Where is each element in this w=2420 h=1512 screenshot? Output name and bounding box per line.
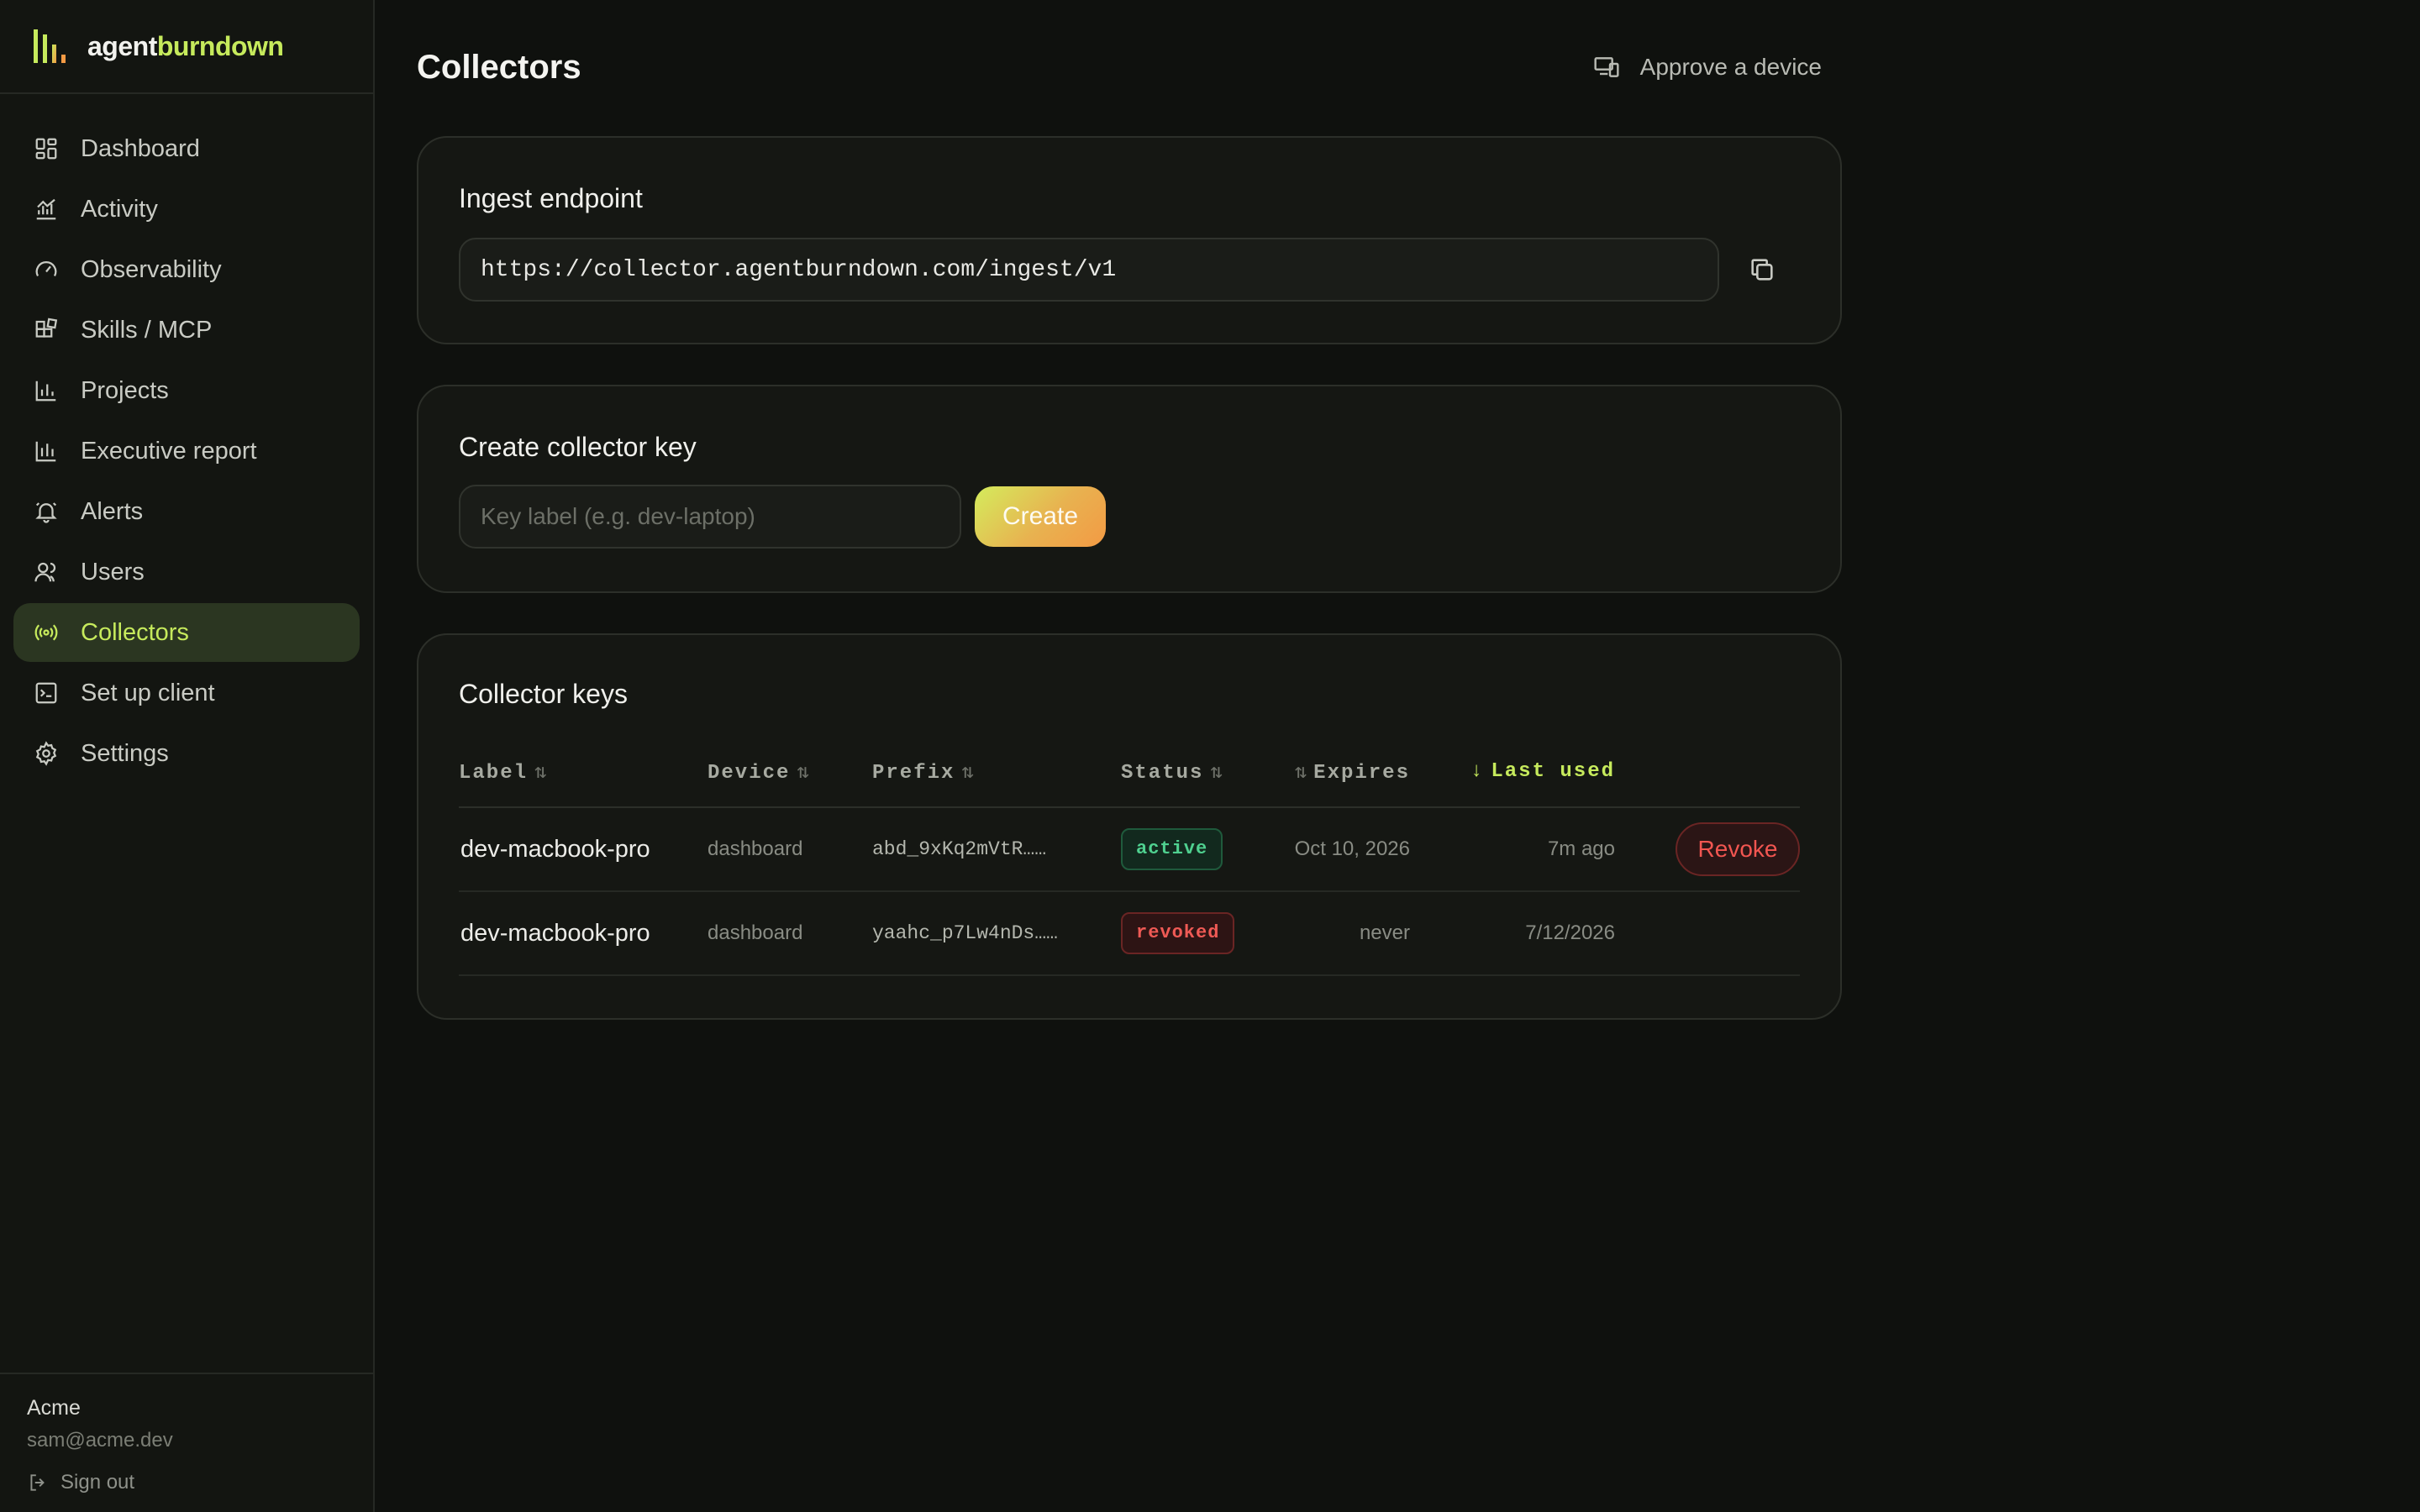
column-header-last-used[interactable]: ↓ Last used	[1410, 737, 1615, 808]
sign-out-label: Sign out	[60, 1471, 135, 1494]
activity-chart-icon	[36, 198, 56, 220]
endpoint-row: https://collector.agentburndown.com/inge…	[459, 238, 1800, 302]
key-device: dashboard	[708, 807, 872, 892]
sidebar-item-projects[interactable]: Projects	[13, 361, 360, 420]
status-badge: revoked	[1121, 912, 1235, 954]
key-device: dashboard	[708, 891, 872, 976]
sign-out-icon	[30, 1474, 45, 1491]
key-last-used: 7/12/2026	[1410, 891, 1615, 976]
copy-endpoint-button[interactable]	[1733, 240, 1791, 299]
revoke-button[interactable]: Revoke	[1676, 822, 1800, 876]
sidebar: agentburndown Dashboard Activity Observa…	[0, 0, 375, 1512]
sidebar-item-collectors[interactable]: Collectors	[13, 603, 360, 662]
bar-chart-icon	[35, 381, 56, 402]
terminal-icon	[35, 682, 57, 704]
sidebar-item-label: Projects	[81, 376, 169, 404]
blocks-icon	[35, 318, 58, 338]
sort-icon: ⇅	[1294, 761, 1307, 785]
status-badge: active	[1121, 828, 1223, 870]
create-key-title: Create collector key	[459, 432, 697, 462]
sort-icon: ⇅	[1210, 761, 1223, 785]
key-label-input[interactable]	[459, 485, 961, 549]
key-label: dev-macbook-pro	[459, 891, 708, 976]
column-header-label[interactable]: Label ⇅	[459, 737, 708, 808]
sidebar-item-label: Activity	[81, 195, 158, 223]
brand[interactable]: agentburndown	[0, 0, 373, 94]
gear-icon	[35, 741, 57, 766]
sidebar-item-label: Set up client	[81, 679, 215, 706]
key-actions-cell	[1615, 891, 1800, 976]
table-row: dev-macbook-pro dashboard abd_9xKq2mVtR……	[459, 807, 1800, 892]
users-icon	[34, 562, 56, 582]
sort-icon: ⇅	[797, 761, 809, 785]
create-collector-key-card: Create collector key Create	[417, 385, 1842, 593]
report-chart-icon	[35, 441, 56, 462]
key-prefix: abd_9xKq2mVtR……	[872, 807, 1121, 892]
ingest-endpoint-title: Ingest endpoint	[459, 183, 643, 213]
key-status-cell: active	[1121, 807, 1265, 892]
radio-signal-icon	[34, 624, 58, 641]
bars-logo-icon	[34, 29, 66, 63]
sidebar-item-label: Executive report	[81, 437, 257, 465]
sidebar-item-label: Users	[81, 558, 145, 585]
sort-descending-icon: ↓	[1470, 760, 1485, 783]
sidebar-item-set-up-client[interactable]: Set up client	[13, 664, 360, 722]
sidebar-item-settings[interactable]: Settings	[13, 724, 360, 783]
sidebar-item-executive-report[interactable]: Executive report	[13, 422, 360, 480]
key-expires: Oct 10, 2026	[1265, 807, 1410, 892]
sidebar-item-label: Observability	[81, 255, 222, 283]
sidebar-item-label: Alerts	[81, 497, 144, 525]
collector-keys-card: Collector keys Label ⇅ Device ⇅ Prefix ⇅ St…	[417, 633, 1842, 1020]
create-button[interactable]: Create	[975, 486, 1106, 547]
user-email: sam@acme.dev	[27, 1429, 173, 1452]
sidebar-item-skills-mcp[interactable]: Skills / MCP	[13, 301, 360, 360]
sidebar-item-label: Dashboard	[81, 134, 200, 162]
sign-out-button[interactable]: Sign out	[27, 1471, 346, 1494]
sort-icon: ⇅	[961, 761, 974, 785]
sidebar-item-label: Collectors	[81, 618, 189, 646]
sidebar-item-observability[interactable]: Observability	[13, 240, 360, 299]
approve-device-label: Approve a device	[1639, 54, 1822, 80]
main-content: Collectors Approve a device Ingest endpo…	[417, 0, 1842, 1060]
ingest-endpoint-card: Ingest endpoint https://collector.agentb…	[417, 136, 1842, 344]
page-title: Collectors	[417, 48, 581, 86]
collector-keys-title: Collector keys	[459, 679, 628, 709]
column-header-expires[interactable]: ⇅ Expires	[1265, 737, 1410, 808]
gauge-icon	[35, 261, 57, 277]
key-status-cell: revoked	[1121, 891, 1265, 976]
column-header-status[interactable]: Status ⇅	[1121, 737, 1265, 808]
dashboard-grid-icon	[35, 138, 57, 160]
key-expires: never	[1265, 891, 1410, 976]
column-header-prefix[interactable]: Prefix ⇅	[872, 737, 1121, 808]
sidebar-item-alerts[interactable]: Alerts	[13, 482, 360, 541]
create-key-row: Create	[459, 485, 1800, 549]
key-last-used: 7m ago	[1410, 807, 1615, 892]
approve-device-button[interactable]: Approve a device	[1593, 54, 1822, 81]
key-label: dev-macbook-pro	[459, 807, 708, 892]
page-header: Collectors Approve a device	[417, 0, 1842, 136]
key-prefix: yaahc_p7Lw4nDs……	[872, 891, 1121, 976]
sidebar-item-users[interactable]: Users	[13, 543, 360, 601]
sidebar-item-label: Settings	[81, 739, 169, 767]
copy-icon	[1751, 259, 1773, 281]
sidebar-nav: Dashboard Activity Observability Skills …	[0, 94, 373, 783]
sidebar-item-dashboard[interactable]: Dashboard	[13, 119, 360, 178]
ingest-endpoint-url[interactable]: https://collector.agentburndown.com/inge…	[459, 238, 1719, 302]
brand-name: agentburndown	[87, 30, 284, 61]
org-name: Acme	[27, 1396, 81, 1420]
table-row: dev-macbook-pro dashboard yaahc_p7Lw4nDs…	[459, 891, 1800, 976]
bell-icon	[35, 502, 57, 523]
table-header-row: Label ⇅ Device ⇅ Prefix ⇅ Status ⇅ ⇅ Expires …	[459, 737, 1800, 808]
key-actions-cell: Revoke	[1615, 807, 1800, 892]
sidebar-item-label: Skills / MCP	[81, 316, 213, 344]
collector-keys-table: Label ⇅ Device ⇅ Prefix ⇅ Status ⇅ ⇅ Expires …	[459, 737, 1800, 976]
column-header-actions	[1615, 737, 1800, 808]
sidebar-item-activity[interactable]: Activity	[13, 180, 360, 239]
column-header-device[interactable]: Device ⇅	[708, 737, 872, 808]
devices-icon	[1594, 57, 1619, 77]
sidebar-footer: Acme sam@acme.dev Sign out	[0, 1373, 373, 1512]
sort-icon: ⇅	[534, 761, 547, 785]
